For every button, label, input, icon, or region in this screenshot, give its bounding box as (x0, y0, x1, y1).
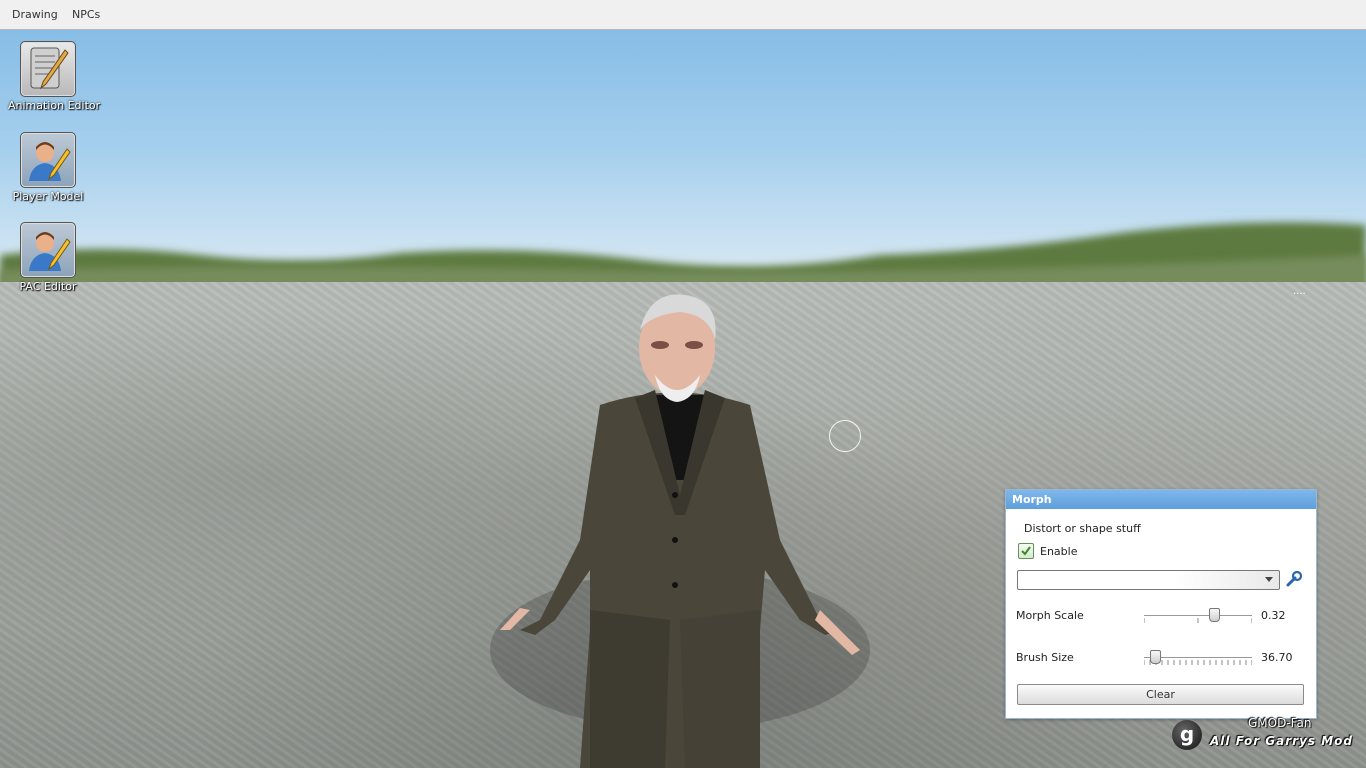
user-edit-icon (20, 222, 76, 278)
morph-scale-slider-thumb[interactable] (1209, 608, 1221, 622)
chevron-down-icon (1265, 577, 1273, 582)
menu-npcs[interactable]: NPCs (72, 8, 100, 21)
morph-scale-track[interactable] (1144, 615, 1252, 616)
menu-drawing[interactable]: Drawing (12, 8, 58, 21)
watermark-line1: GMOD-Fan (1248, 716, 1312, 730)
brush-size-label: Brush Size (1016, 651, 1074, 664)
morph-dropdown[interactable] (1017, 570, 1280, 590)
tool-cursor-ring (829, 420, 861, 452)
panel-title[interactable]: Morph (1006, 490, 1316, 509)
morph-scale-value: 0.32 (1261, 609, 1286, 622)
desktop-icon-player-model[interactable]: Player Model (8, 132, 88, 203)
morph-scale-label: Morph Scale (1016, 609, 1084, 622)
scene-dots: .... (1293, 286, 1306, 297)
user-edit-icon (20, 132, 76, 188)
brush-size-value: 36.70 (1261, 651, 1293, 664)
enable-label[interactable]: Enable (1040, 545, 1077, 558)
desktop-icon-label: Animation Editor (8, 99, 101, 112)
desktop-icon-label: PAC Editor (19, 280, 77, 293)
watermark-line2: All For Garrys Mod (1210, 734, 1353, 748)
character-model[interactable] (480, 290, 880, 768)
wrench-icon[interactable] (1285, 570, 1303, 588)
morph-panel: Morph Distort or shape stuff Enable Morp… (1005, 489, 1317, 719)
notepad-pencil-icon (20, 41, 76, 97)
clear-button[interactable]: Clear (1017, 684, 1304, 705)
desktop-icon-pac-editor[interactable]: PAC Editor (8, 222, 88, 293)
menubar: Drawing NPCs (0, 0, 1366, 30)
morph-scale-ticks (1144, 618, 1252, 623)
enable-checkbox[interactable] (1018, 543, 1034, 559)
panel-description: Distort or shape stuff (1024, 522, 1141, 535)
checkmark-icon (1021, 546, 1031, 556)
desktop-icon-animation-editor[interactable]: Animation Editor (8, 41, 101, 112)
desktop-icon-label: Player Model (12, 190, 84, 203)
brush-size-slider-thumb[interactable] (1149, 650, 1161, 664)
watermark: g GMOD-Fan All For Garrys Mod (1172, 716, 1362, 768)
gmod-logo-icon: g (1172, 720, 1202, 750)
